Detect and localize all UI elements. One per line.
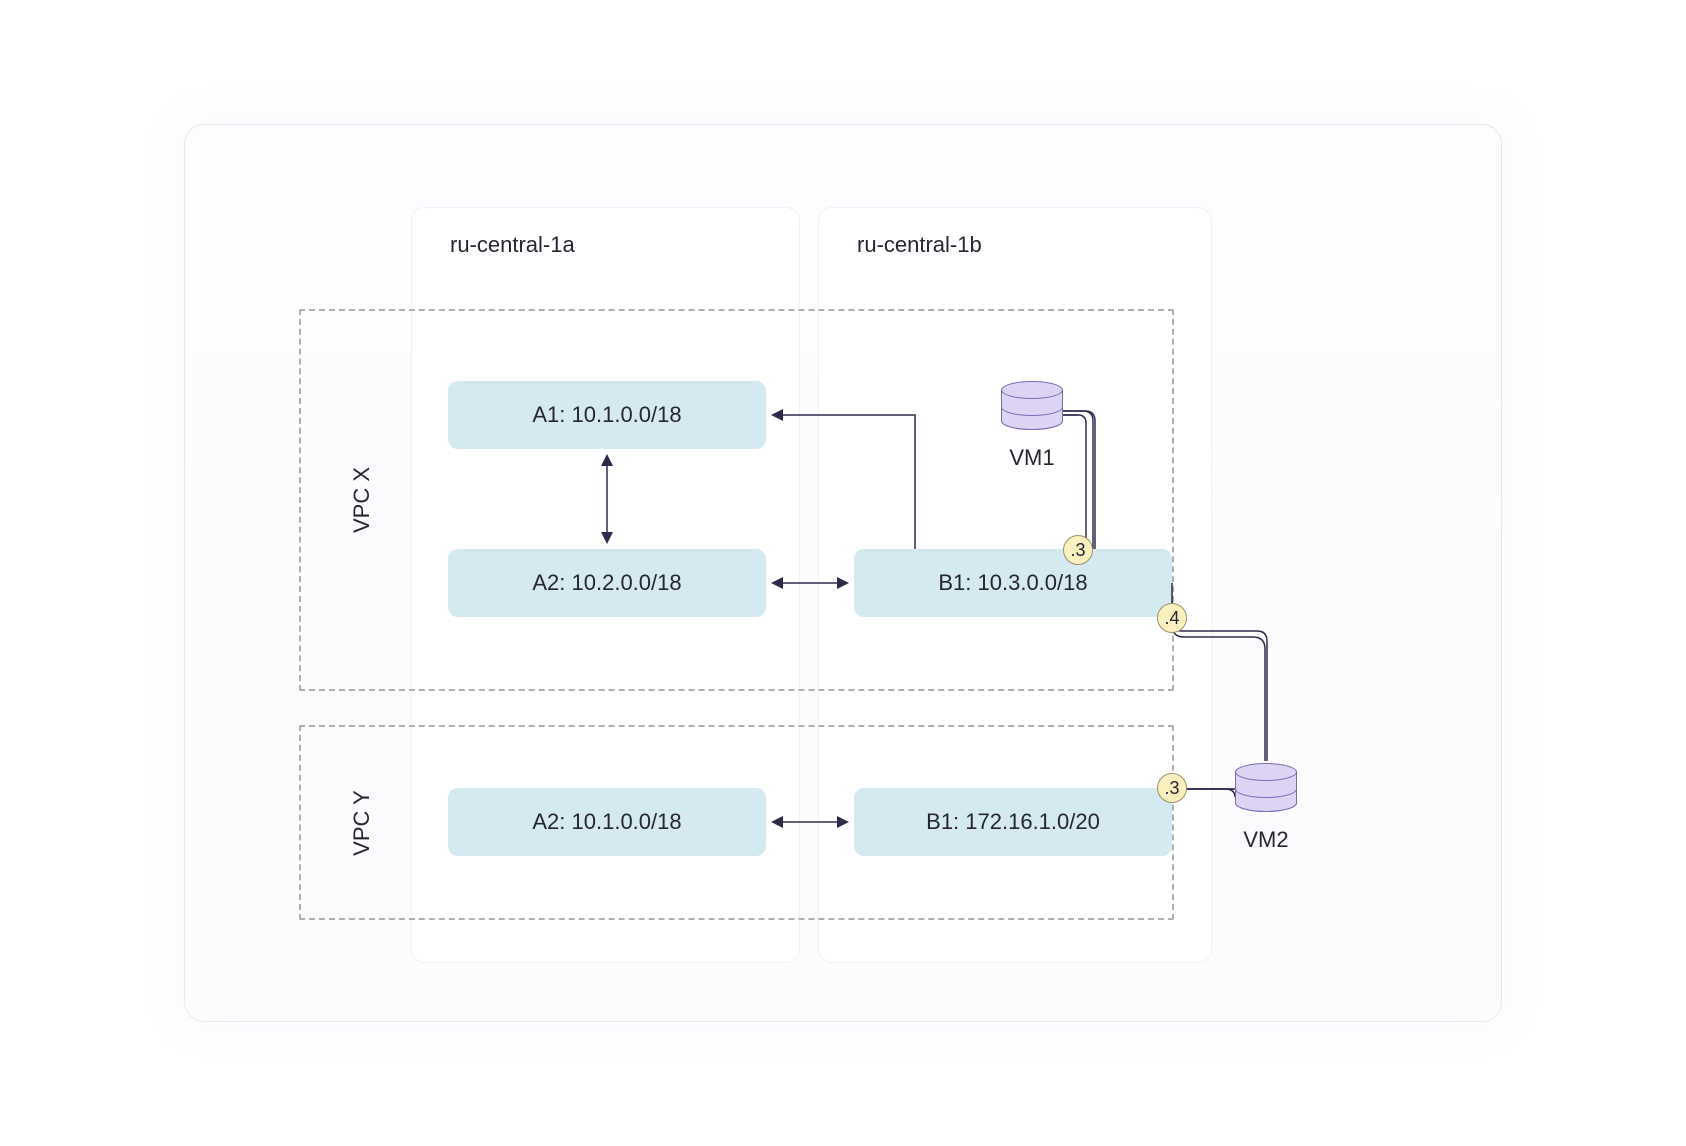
badge-vm1-ip: .3	[1063, 535, 1093, 565]
subnet-b1-x: B1: 10.3.0.0/18	[854, 549, 1172, 617]
badge-b1y-ip: .3	[1157, 773, 1187, 803]
vm1-icon: VM1	[1001, 381, 1063, 451]
vpc-x: VPC X	[299, 309, 1174, 691]
vpc-x-label: VPC X	[349, 467, 375, 533]
vm1-label: VM1	[1009, 445, 1054, 471]
badge-b1x-ip: .4	[1157, 603, 1187, 633]
vm2-icon: VM2	[1235, 763, 1297, 833]
zone-a-label: ru-central-1a	[450, 232, 575, 258]
subnet-b1-x-label: B1: 10.3.0.0/18	[938, 570, 1087, 596]
subnet-a1: A1: 10.1.0.0/18	[448, 381, 766, 449]
vm2-label: VM2	[1243, 827, 1288, 853]
diagram-canvas: ru-central-1a ru-central-1b VPC X VPC Y …	[184, 124, 1502, 1022]
subnet-a2-x: A2: 10.2.0.0/18	[448, 549, 766, 617]
subnet-a2-y: A2: 10.1.0.0/18	[448, 788, 766, 856]
vpc-y-label: VPC Y	[349, 790, 375, 856]
subnet-b1-y-label: B1: 172.16.1.0/20	[926, 809, 1100, 835]
subnet-a2-y-label: A2: 10.1.0.0/18	[532, 809, 681, 835]
subnet-a2-x-label: A2: 10.2.0.0/18	[532, 570, 681, 596]
zone-b-label: ru-central-1b	[857, 232, 982, 258]
subnet-b1-y: B1: 172.16.1.0/20	[854, 788, 1172, 856]
subnet-a1-label: A1: 10.1.0.0/18	[532, 402, 681, 428]
